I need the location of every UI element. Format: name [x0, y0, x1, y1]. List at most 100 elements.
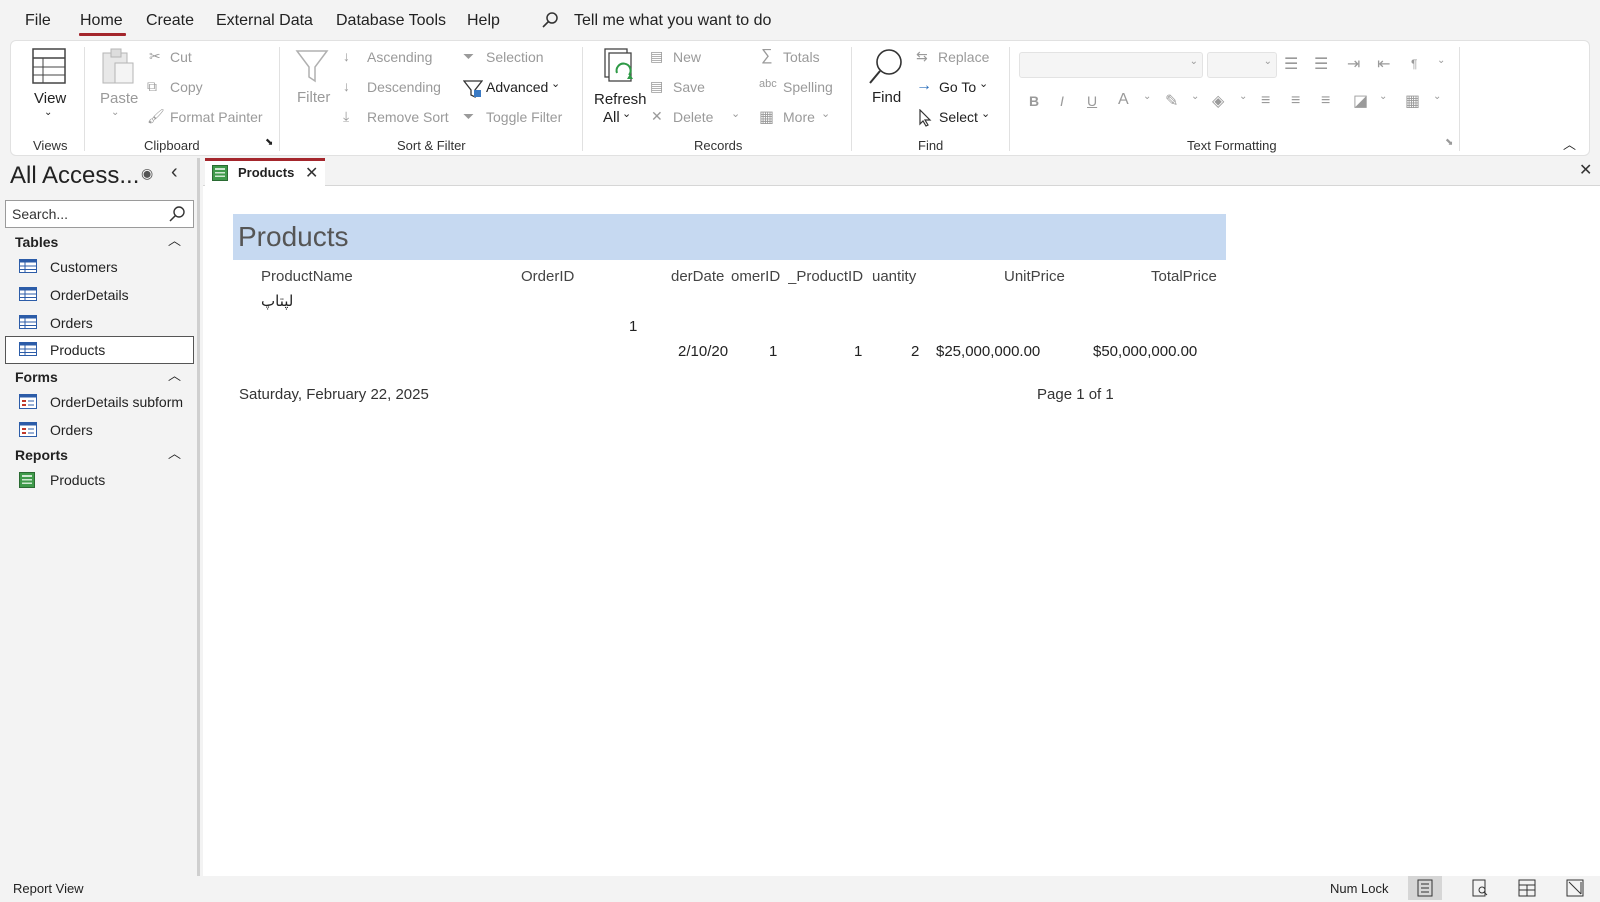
nav-item-orders-form[interactable]: Orders	[5, 416, 194, 444]
nav-item-orderdetails-subform[interactable]: OrderDetails subform	[5, 388, 194, 416]
report-view-button[interactable]	[1408, 876, 1442, 900]
nav-section-reports[interactable]: Reports	[15, 447, 68, 463]
spelling-button: Spelling	[783, 79, 833, 95]
nav-search-box[interactable]: Search...	[5, 200, 194, 228]
num-lock-indicator: Num Lock	[1330, 881, 1389, 896]
replace-button: Replace	[938, 49, 990, 65]
layout-view-icon[interactable]	[1518, 879, 1536, 902]
group-label-text-formatting: Text Formatting	[1187, 138, 1277, 153]
print-preview-icon[interactable]	[1472, 879, 1488, 902]
clipboard-launcher-icon[interactable]: ⬊	[265, 137, 273, 148]
view-icon[interactable]	[31, 47, 67, 85]
nav-options-icon[interactable]: ◉	[141, 165, 153, 182]
column-header: UnitPrice	[1004, 268, 1065, 285]
column-header: _ProductID	[788, 268, 864, 285]
select-cursor-icon[interactable]	[918, 109, 932, 127]
copy-button: Copy	[170, 79, 203, 95]
replace-icon: ⇆	[916, 48, 928, 64]
chevron-down-icon: ⌄	[1143, 91, 1152, 102]
nav-section-tables[interactable]: Tables	[15, 234, 58, 250]
menu-database-tools[interactable]: Database Tools	[336, 12, 446, 30]
refresh-button[interactable]: Refresh	[594, 91, 647, 108]
table-icon	[19, 315, 37, 334]
chevron-down-icon: ⌄	[1379, 91, 1388, 102]
nav-item-orderdetails[interactable]: OrderDetails	[5, 281, 194, 309]
chevron-up-icon[interactable]: ︿	[168, 443, 181, 462]
filter-icon	[295, 49, 329, 83]
nav-collapse-icon[interactable]: ‹	[171, 161, 178, 184]
report-icon	[19, 472, 35, 493]
nav-item-customers[interactable]: Customers	[5, 253, 194, 281]
goto-icon[interactable]: →	[916, 77, 932, 95]
view-dropdown-icon[interactable]: ⌄	[44, 107, 52, 118]
report-title: Products	[238, 221, 349, 252]
column-header: omerID	[731, 268, 781, 285]
text-direction-icon: ¶	[1411, 57, 1418, 71]
form-icon	[19, 394, 37, 414]
tab-products[interactable]: Products ✕	[205, 158, 325, 187]
filter-button: Filter	[297, 89, 331, 106]
close-tab-icon[interactable]: ✕	[305, 163, 318, 183]
ascending-button: Ascending	[367, 49, 433, 65]
close-document-icon[interactable]: ✕	[1579, 160, 1592, 180]
chevron-down-icon: ⌄	[1189, 56, 1198, 67]
find-icon[interactable]	[867, 47, 905, 87]
group-label-views: Views	[33, 138, 68, 153]
fill-color-icon: ◈	[1212, 93, 1225, 110]
nav-search-input[interactable]: Search...	[12, 206, 68, 222]
cell-unit-price: $25,000,000.00	[936, 343, 1041, 360]
chevron-up-icon[interactable]: ︿	[168, 230, 181, 249]
design-view-icon[interactable]	[1566, 879, 1584, 902]
highlight-icon: ✎	[1165, 93, 1179, 110]
menu-create[interactable]: Create	[146, 12, 194, 30]
select-dropdown-icon[interactable]: ⌄	[981, 107, 990, 120]
view-button[interactable]: View	[34, 90, 66, 107]
goto-button[interactable]: Go To	[939, 79, 976, 95]
find-button[interactable]: Find	[872, 89, 901, 106]
nav-item-orders[interactable]: Orders	[5, 309, 194, 337]
refresh-all-label[interactable]: All	[603, 109, 620, 126]
ribbon-divider	[851, 47, 852, 151]
delete-dropdown-icon: ⌄	[731, 108, 741, 120]
refresh-dropdown-icon[interactable]: ⌄	[622, 107, 631, 120]
ribbon-divider	[1009, 47, 1010, 151]
descending-button: Descending	[367, 79, 441, 95]
advanced-filter-icon[interactable]	[463, 79, 483, 99]
chevron-up-icon[interactable]: ︿	[168, 365, 181, 384]
collapse-ribbon-icon[interactable]: ︿	[1563, 134, 1576, 153]
nav-pane-title[interactable]: All Access...	[10, 162, 139, 190]
cell-order-date: 2/10/20	[678, 343, 729, 360]
goto-dropdown-icon[interactable]: ⌄	[979, 77, 988, 90]
advanced-button[interactable]: Advanced	[486, 79, 548, 95]
group-label-clipboard: Clipboard	[144, 138, 200, 153]
format-painter-button: Format Painter	[170, 109, 263, 125]
search-icon[interactable]	[168, 205, 186, 228]
active-tab-indicator	[79, 33, 126, 36]
bold-icon: B	[1029, 93, 1040, 109]
decrease-indent-icon: ⇤	[1377, 56, 1391, 73]
bullets-icon: ☰	[1284, 56, 1299, 73]
toggle-filter-button: Toggle Filter	[486, 109, 563, 125]
gridlines-icon: ▦	[1405, 93, 1421, 110]
menu-help[interactable]: Help	[467, 12, 500, 30]
select-button[interactable]: Select	[939, 109, 978, 125]
chevron-down-icon: ⌄	[1263, 56, 1272, 67]
nav-item-products-report[interactable]: Products	[5, 466, 194, 494]
tell-me-search-icon[interactable]	[541, 11, 559, 29]
navigation-pane: All Access... ◉ ‹ Search... Tables ︿ Cus…	[0, 158, 200, 876]
nav-item-label: Customers	[50, 259, 118, 275]
ribbon: View ⌄ Views Paste ⌄ ✂ Cut ⧉ Copy 🖌 Form…	[10, 40, 1590, 156]
group-label-sort-filter: Sort & Filter	[397, 138, 466, 153]
refresh-all-icon[interactable]	[603, 47, 637, 85]
paste-dropdown-icon: ⌄	[111, 107, 120, 118]
menu-home[interactable]: Home	[80, 12, 123, 30]
chevron-down-icon: ⌄	[1191, 91, 1200, 102]
menu-file[interactable]: File	[25, 12, 51, 30]
increase-indent-icon: ⇥	[1347, 56, 1361, 73]
menu-external-data[interactable]: External Data	[216, 12, 313, 30]
tell-me-input[interactable]: Tell me what you want to do	[574, 12, 771, 30]
advanced-dropdown-icon[interactable]: ⌄	[551, 77, 560, 90]
report-footer-date: Saturday, February 22, 2025	[239, 386, 429, 403]
nav-item-products-table[interactable]: Products	[5, 336, 194, 364]
nav-section-forms[interactable]: Forms	[15, 369, 58, 385]
